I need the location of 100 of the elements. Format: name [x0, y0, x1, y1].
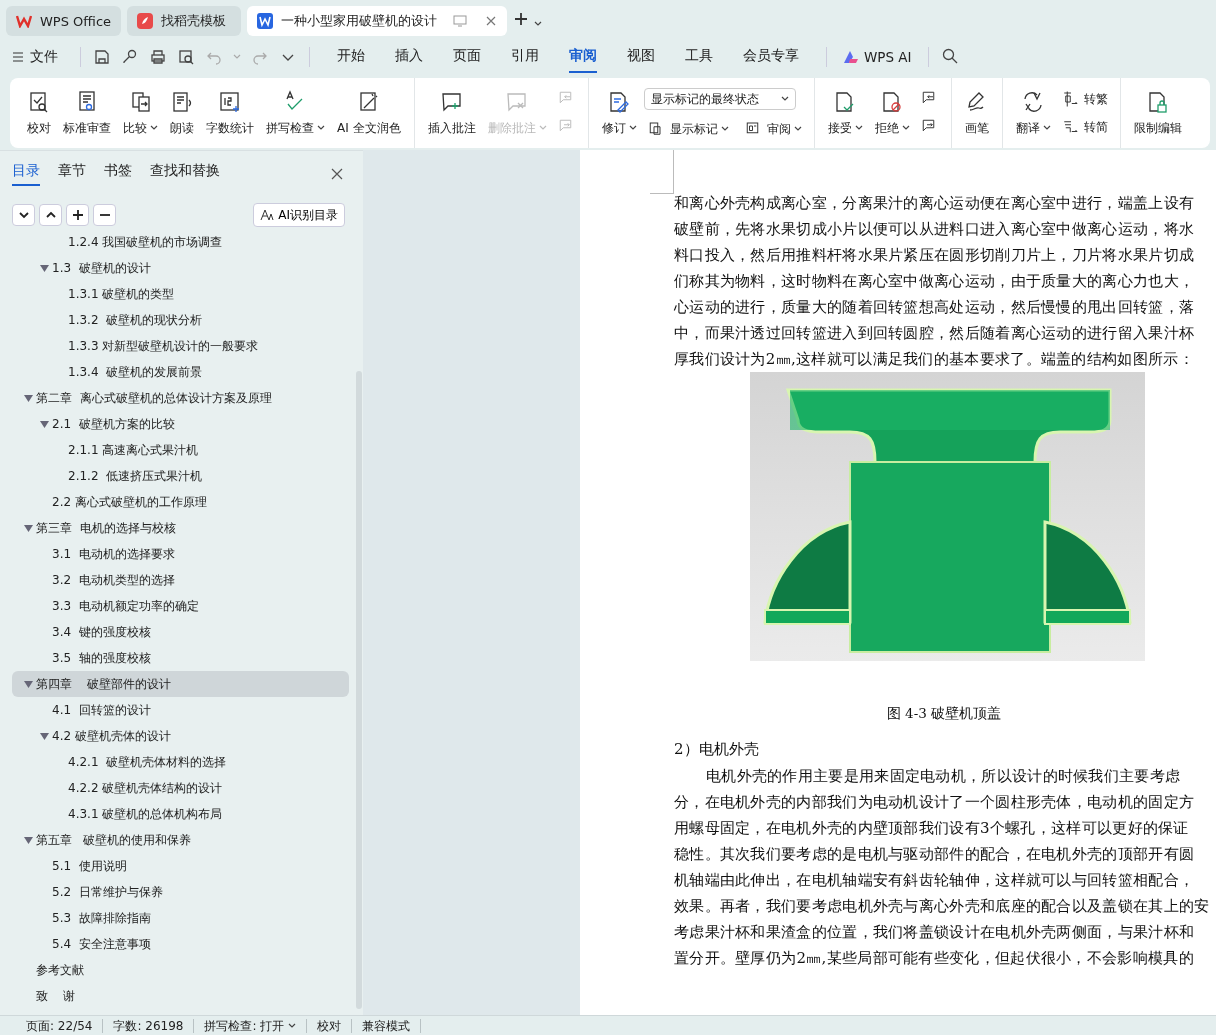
panel-tab[interactable]: 查找和替换 — [150, 162, 220, 186]
window-tab[interactable]: WPS Office — [6, 6, 122, 36]
toc-item[interactable]: 致 谢 — [12, 983, 349, 1009]
toc-item[interactable]: 4.3.1 破壁机的总体机构布局 — [12, 801, 349, 827]
new-tab-icon[interactable] — [513, 11, 530, 27]
window-tab[interactable]: 一种小型家用破壁机的设计 — [247, 6, 508, 36]
print-icon[interactable] — [149, 48, 167, 66]
ribbon-tab[interactable]: 会员专享 — [743, 41, 799, 73]
panel-tab[interactable]: 章节 — [58, 162, 86, 186]
status-text: 字数: 26198 — [103, 1018, 195, 1033]
toolbar-button[interactable]: 修订 — [596, 85, 642, 141]
toc-item[interactable]: 2.1 破壁机方案的比较 — [12, 411, 349, 437]
key-icon[interactable] — [121, 48, 139, 66]
toc-item[interactable]: 1.3 破壁机的设计 — [12, 255, 349, 281]
toc-item[interactable]: 1.2.4 我国破壁机的市场调查 — [12, 229, 349, 255]
ribbon-tab[interactable]: 工具 — [685, 41, 713, 73]
expand-down-button[interactable] — [12, 204, 35, 226]
file-menu[interactable]: 文件 — [30, 48, 58, 66]
toc-item[interactable]: 3.5 轴的强度校核 — [12, 645, 349, 671]
writer-logo-icon — [257, 13, 274, 29]
toolbar-button[interactable]: 审阅 — [740, 120, 806, 138]
toc-item[interactable]: 5.4 安全注意事项 — [12, 931, 349, 957]
toolbar-button[interactable]: 画笔 — [959, 85, 994, 141]
status-text: 页面: 22/54 — [16, 1018, 104, 1033]
expanded-triangle-icon[interactable] — [23, 524, 33, 532]
toc-item[interactable]: 4.1 回转篮的设计 — [12, 697, 349, 723]
toc-item[interactable]: 1.3.2 破壁机的现状分析 — [12, 307, 349, 333]
crop-mark — [650, 150, 674, 194]
spell-check-dropdown[interactable]: 拼写检查: 打开 — [194, 1018, 308, 1033]
toc-item[interactable]: 1.3.4 破壁机的发展前景 — [12, 359, 349, 385]
print-preview-icon[interactable] — [177, 48, 195, 66]
expanded-triangle-icon[interactable] — [39, 264, 49, 272]
panel-tab[interactable]: 书签 — [104, 162, 132, 186]
traditional-convert-icon — [1061, 90, 1080, 108]
ribbon-tab[interactable]: 插入 — [395, 41, 423, 73]
collapse-up-button[interactable] — [39, 204, 62, 226]
toc-item[interactable]: 4.2.2 破壁机壳体结构的设计 — [12, 775, 349, 801]
collapse-level-button[interactable] — [93, 204, 116, 226]
toc-item[interactable]: 3.3 电动机额定功率的确定 — [12, 593, 349, 619]
toc-item[interactable]: 2.1.1 高速离心式果汁机 — [12, 437, 349, 463]
ribbon-tab[interactable]: 引用 — [511, 41, 539, 73]
toolbar-button[interactable]: 比较 — [118, 85, 163, 141]
proofread-button[interactable]: 校对 — [307, 1018, 353, 1033]
toc-item[interactable]: 4.2.1 破壁机壳体材料的选择 — [12, 749, 349, 775]
read-aloud-icon — [170, 89, 194, 114]
ribbon-tab[interactable]: 开始 — [337, 41, 365, 73]
ribbon-tab[interactable]: 审阅 — [569, 41, 597, 73]
toolbar-button[interactable]: 转简 — [1057, 118, 1112, 136]
caret-icon — [1042, 125, 1051, 131]
template-logo-icon — [137, 13, 154, 29]
toolbar-button[interactable]: 显示标记 — [643, 120, 733, 138]
toc-item[interactable]: 3.1 电动机的选择要求 — [12, 541, 349, 567]
markup-mode-dropdown[interactable]: 显示标记的最终状态 — [643, 88, 796, 110]
toolbar-button[interactable]: 校对 — [22, 85, 56, 141]
toc-item[interactable]: 3.2 电动机类型的选择 — [12, 567, 349, 593]
toolbar-button[interactable]: 朗读 — [165, 85, 199, 141]
toolbar-button[interactable]: 接受 — [822, 85, 868, 141]
toc-item[interactable]: 第五章 破壁机的使用和保养 — [12, 827, 349, 853]
toolbar-button[interactable]: 字数统计 — [201, 85, 259, 141]
save-icon[interactable] — [93, 48, 111, 66]
ribbon-tab[interactable]: 页面 — [453, 41, 481, 73]
plus-icon — [70, 208, 85, 222]
toc-item[interactable]: 第三章 电机的选择与校核 — [12, 515, 349, 541]
toolbar-button[interactable]: 拼写检查 — [261, 85, 330, 141]
ai-toc-button[interactable]: AI识别目录 — [253, 203, 345, 227]
expanded-triangle-icon[interactable] — [23, 680, 33, 688]
expanded-triangle-icon[interactable] — [23, 836, 33, 844]
close-icon[interactable] — [485, 15, 498, 27]
toolbar-button[interactable]: 翻译 — [1010, 85, 1056, 141]
toc-item[interactable]: 5.1 使用说明 — [12, 853, 349, 879]
window-tab[interactable]: 找稻壳模板 — [127, 6, 242, 36]
close-icon[interactable] — [331, 168, 343, 180]
caret-icon — [854, 125, 863, 131]
toc-item[interactable]: 4.2 破壁机壳体的设计 — [12, 723, 349, 749]
toolbar-button[interactable]: 插入批注 — [422, 85, 481, 141]
toolbar-button[interactable]: 拒绝 — [869, 85, 915, 141]
expanded-triangle-icon[interactable] — [23, 394, 33, 402]
toc-item[interactable]: 5.3 故障排除指南 — [12, 905, 349, 931]
toc-item[interactable]: 第二章 离心式破壁机的总体设计方案及原理 — [12, 385, 349, 411]
toc-item[interactable]: 3.4 键的强度校核 — [12, 619, 349, 645]
toc-item[interactable]: 第四章 破壁部件的设计 — [12, 671, 349, 697]
caret-icon — [317, 125, 325, 131]
toc-item[interactable]: 1.3.1 破壁机的类型 — [12, 281, 349, 307]
panel-tab[interactable]: 目录 — [12, 162, 40, 186]
search-icon[interactable] — [940, 46, 959, 65]
expand-level-button[interactable] — [66, 204, 89, 226]
toc-item[interactable]: 2.1.2 低速挤压式果汁机 — [12, 463, 349, 489]
wps-ai-button[interactable]: WPS AI — [864, 49, 912, 65]
toc-item[interactable]: 参考文献 — [12, 957, 349, 983]
toolbar-button[interactable]: 限制编辑 — [1128, 85, 1187, 141]
toolbar-button[interactable]: AI 全文润色 — [332, 85, 406, 141]
toc-item[interactable]: 1.3.3 对新型破壁机设计的一般要求 — [12, 333, 349, 359]
ribbon-tab[interactable]: 视图 — [627, 41, 655, 73]
expanded-triangle-icon[interactable] — [39, 420, 49, 428]
toolbar-button[interactable]: 转繁 — [1057, 90, 1112, 108]
menu-icon[interactable] — [12, 51, 24, 63]
toc-item[interactable]: 2.2 离心式破壁机的工作原理 — [12, 489, 349, 515]
toolbar-button[interactable]: 标准审查 — [58, 85, 116, 141]
expanded-triangle-icon[interactable] — [39, 732, 49, 740]
toc-item[interactable]: 5.2 日常维护与保养 — [12, 879, 349, 905]
